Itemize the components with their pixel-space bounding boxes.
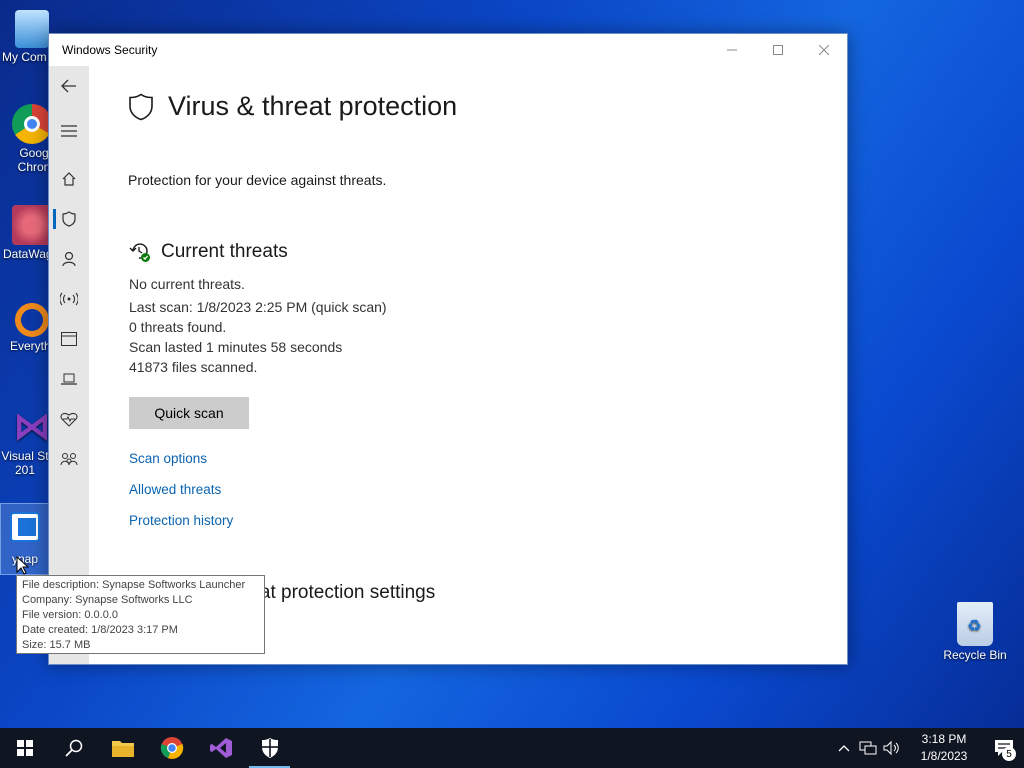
tooltip-date: Date created: 1/8/2023 3:17 PM	[22, 624, 178, 636]
notification-count-badge: 5	[1002, 747, 1016, 761]
chevron-up-icon	[838, 745, 850, 752]
mouse-cursor-icon	[16, 556, 30, 575]
tooltip-description: File description: Synapse Softworks Laun…	[22, 579, 246, 591]
protection-history-link[interactable]: Protection history	[129, 513, 233, 528]
hamburger-icon	[61, 125, 77, 137]
laptop-icon	[61, 373, 77, 385]
sidebar-item-device-health[interactable]	[49, 399, 89, 439]
tooltip-version: File version: 0.0.0.0	[22, 609, 118, 621]
computer-icon	[15, 10, 49, 48]
close-icon	[819, 45, 829, 55]
page-header: Virus & threat protection	[128, 91, 457, 122]
network-button[interactable]	[856, 740, 880, 756]
clock-date: 1/8/2023	[920, 749, 968, 763]
shield-icon	[261, 738, 278, 758]
desktop-icon-recycle-bin[interactable]: ♻ Recycle Bin	[940, 602, 1010, 662]
family-icon	[60, 453, 78, 466]
recycle-bin-icon: ♻	[957, 602, 993, 646]
window-title: Windows Security	[62, 43, 158, 57]
page-title: Virus & threat protection	[168, 91, 458, 121]
network-icon	[859, 741, 877, 755]
files-scanned-text: 41873 files scanned.	[129, 359, 258, 375]
taskbar-file-explorer[interactable]	[98, 728, 147, 768]
action-center-button[interactable]: 5	[984, 728, 1024, 768]
show-hidden-icons-button[interactable]	[832, 744, 856, 752]
synapse-icon	[10, 512, 40, 542]
allowed-threats-link[interactable]: Allowed threats	[129, 482, 221, 497]
sidebar-item-firewall[interactable]	[49, 279, 89, 319]
tooltip-company: Company: Synapse Softworks LLC	[22, 594, 193, 606]
sidebar-item-device-security[interactable]	[49, 359, 89, 399]
folder-icon	[111, 741, 134, 757]
close-button[interactable]	[801, 34, 847, 66]
menu-button[interactable]	[49, 111, 89, 151]
maximize-button[interactable]	[755, 34, 801, 66]
tooltip-size: Size: 15.7 MB	[22, 639, 91, 651]
sidebar-item-family[interactable]	[49, 439, 89, 479]
shield-icon	[62, 211, 76, 227]
sidebar-item-virus-protection[interactable]	[49, 199, 89, 239]
shield-icon	[129, 93, 153, 120]
volume-button[interactable]	[880, 740, 904, 756]
back-button[interactable]	[49, 66, 89, 106]
speaker-icon	[883, 740, 899, 756]
sidebar-item-account[interactable]	[49, 239, 89, 279]
clock-time: 3:18 PM	[921, 732, 967, 746]
taskbar-windows-security[interactable]	[245, 728, 294, 768]
taskbar-visual-studio[interactable]	[196, 728, 245, 768]
sidebar-item-home[interactable]	[49, 159, 89, 199]
taskbar: 3:18 PM 1/8/2023 5	[0, 728, 1024, 768]
title-bar: Windows Security	[49, 34, 847, 66]
search-button[interactable]	[49, 728, 98, 768]
windows-security-window: Windows Security Virus & threat protecti…	[48, 33, 848, 665]
last-scan-text: Last scan: 1/8/2023 2:25 PM (quick scan)	[129, 299, 387, 315]
current-threats-header: Current threats	[129, 241, 288, 263]
maximize-icon	[773, 45, 783, 55]
search-icon	[64, 739, 82, 757]
start-button[interactable]	[0, 728, 49, 768]
person-icon	[62, 251, 76, 267]
scan-duration-text: Scan lasted 1 minutes 58 seconds	[129, 339, 343, 355]
threat-status-text: No current threats.	[129, 276, 245, 292]
heart-pulse-icon	[60, 412, 78, 427]
minimize-icon	[727, 49, 737, 51]
windows-logo-icon	[16, 740, 33, 756]
desktop-icon-label: Recycle Bin	[943, 648, 1007, 662]
file-info-tooltip: File description: Synapse Softworks Laun…	[16, 575, 265, 654]
desktop-icon-label: Visual St 201	[1, 449, 49, 477]
threats-found-text: 0 threats found.	[129, 319, 227, 335]
visual-studio-icon	[209, 738, 232, 758]
visual-studio-icon: ⋈	[13, 406, 51, 448]
home-icon	[62, 172, 76, 186]
page-subtitle: Protection for your device against threa…	[128, 172, 387, 188]
magnifier-icon	[15, 303, 49, 337]
browser-icon	[61, 332, 77, 346]
clock[interactable]: 3:18 PM 1/8/2023	[912, 731, 976, 765]
taskbar-chrome[interactable]	[147, 728, 196, 768]
chrome-icon	[12, 104, 52, 144]
scan-options-link[interactable]: Scan options	[129, 451, 207, 466]
system-tray: 3:18 PM 1/8/2023 5	[832, 728, 1024, 768]
quick-scan-button[interactable]: Quick scan	[129, 397, 249, 429]
back-arrow-icon	[61, 79, 76, 93]
antenna-icon	[60, 292, 78, 306]
sidebar-item-app-browser[interactable]	[49, 319, 89, 359]
datawag-icon	[12, 205, 52, 245]
scan-history-icon	[129, 243, 150, 262]
minimize-button[interactable]	[709, 34, 755, 66]
chrome-icon	[160, 737, 183, 759]
current-threats-title: Current threats	[161, 241, 288, 262]
